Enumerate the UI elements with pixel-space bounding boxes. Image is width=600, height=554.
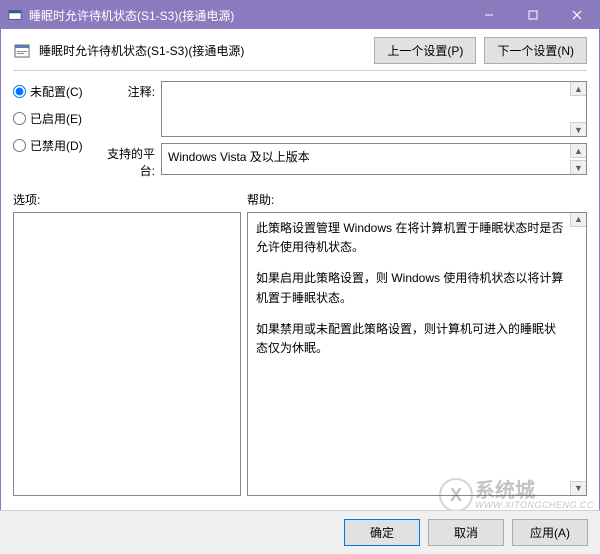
scroll-up-icon[interactable]: ▲ (570, 82, 586, 96)
scroll-up-icon[interactable]: ▲ (570, 213, 586, 227)
help-paragraph: 如果启用此策略设置，则 Windows 使用待机状态以将计算机置于睡眠状态。 (256, 269, 566, 307)
comment-textarea[interactable]: ▲ ▼ (161, 81, 587, 137)
next-setting-button[interactable]: 下一个设置(N) (484, 37, 587, 64)
app-icon (7, 7, 23, 23)
window-title: 睡眠时允许待机状态(S1-S3)(接通电源) (29, 7, 467, 24)
radio-not-configured-input[interactable] (13, 85, 26, 98)
divider (13, 70, 587, 71)
supported-platform-box: Windows Vista 及以上版本 ▲ ▼ (161, 143, 587, 175)
minimize-button[interactable] (467, 1, 511, 29)
close-button[interactable] (555, 1, 599, 29)
titlebar: 睡眠时允许待机状态(S1-S3)(接通电源) (1, 1, 599, 29)
radio-disabled-label: 已禁用(D) (30, 137, 83, 154)
radio-enabled-label: 已启用(E) (30, 110, 82, 127)
ok-button[interactable]: 确定 (344, 519, 420, 546)
radio-not-configured-label: 未配置(C) (30, 83, 83, 100)
scroll-down-icon[interactable]: ▼ (570, 481, 586, 495)
scroll-down-icon[interactable]: ▼ (570, 122, 586, 136)
radio-not-configured[interactable]: 未配置(C) (13, 83, 87, 100)
supported-platform-text: Windows Vista 及以上版本 (168, 150, 310, 164)
footer: 确定 取消 应用(A) (0, 510, 600, 554)
radio-disabled[interactable]: 已禁用(D) (13, 137, 87, 154)
cancel-button[interactable]: 取消 (428, 519, 504, 546)
help-paragraph: 此策略设置管理 Windows 在将计算机置于睡眠状态时是否允许使用待机状态。 (256, 219, 566, 257)
policy-icon (13, 42, 31, 60)
maximize-button[interactable] (511, 1, 555, 29)
apply-button[interactable]: 应用(A) (512, 519, 588, 546)
help-paragraph: 如果禁用或未配置此策略设置，则计算机可进入的睡眠状态仅为休眠。 (256, 320, 566, 358)
options-label: 选项: (13, 191, 247, 208)
help-panel: 此策略设置管理 Windows 在将计算机置于睡眠状态时是否允许使用待机状态。 … (247, 212, 587, 496)
radio-enabled[interactable]: 已启用(E) (13, 110, 87, 127)
scroll-up-icon[interactable]: ▲ (570, 144, 586, 158)
help-label: 帮助: (247, 191, 587, 208)
policy-title: 睡眠时允许待机状态(S1-S3)(接通电源) (39, 42, 366, 59)
scroll-down-icon[interactable]: ▼ (570, 160, 586, 174)
radio-disabled-input[interactable] (13, 139, 26, 152)
prev-setting-button[interactable]: 上一个设置(P) (374, 37, 476, 64)
options-panel (13, 212, 241, 496)
supported-label: 支持的平台: (95, 143, 155, 179)
radio-enabled-input[interactable] (13, 112, 26, 125)
comment-label: 注释: (95, 81, 155, 137)
